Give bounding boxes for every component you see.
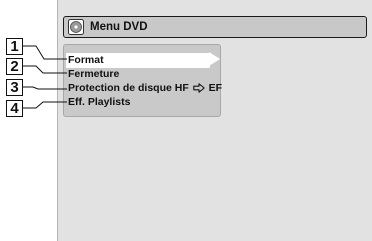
callout-1: 1 xyxy=(6,38,23,55)
callout-4: 4 xyxy=(6,100,23,117)
callout-3: 3 xyxy=(6,79,23,96)
callout-leader-lines xyxy=(23,45,67,109)
callout-2: 2 xyxy=(6,58,23,75)
